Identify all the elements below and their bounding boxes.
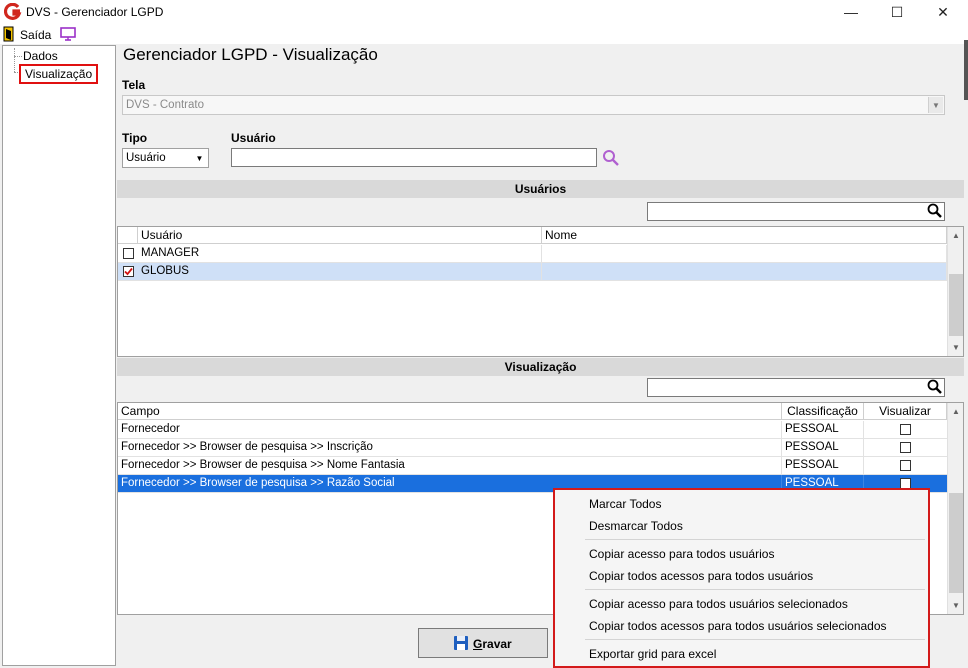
column-visualizar[interactable]: Visualizar xyxy=(864,403,947,420)
table-row[interactable]: Fornecedor PESSOAL xyxy=(118,421,947,439)
context-menu: Marcar Todos Desmarcar Todos Copiar aces… xyxy=(553,488,930,668)
classificacao-cell: PESSOAL xyxy=(782,421,864,438)
classificacao-cell: PESSOAL xyxy=(782,439,864,456)
users-grid-header: Usuário Nome xyxy=(118,227,947,244)
exit-door-icon xyxy=(3,26,14,42)
users-column-nome[interactable]: Nome xyxy=(542,227,947,244)
tree-item-dados[interactable]: Dados xyxy=(23,49,58,63)
minimize-button[interactable]: — xyxy=(828,0,874,24)
visualizacao-grid-header: Campo Classificação Visualizar xyxy=(118,403,947,420)
table-row[interactable]: GLOBUS xyxy=(118,263,947,281)
menu-item-copiar-acesso-todos[interactable]: Copiar acesso para todos usuários xyxy=(589,547,774,561)
user-checkbox[interactable] xyxy=(123,266,134,277)
campo-cell: Fornecedor xyxy=(118,421,782,438)
save-button-label: Gravar xyxy=(473,637,512,651)
search-icon[interactable] xyxy=(927,203,943,219)
chevron-down-icon: ▼ xyxy=(192,150,207,166)
table-row[interactable]: MANAGER xyxy=(118,245,947,263)
usuario-label: Usuário xyxy=(231,131,276,145)
exit-menu-label: Saída xyxy=(20,28,52,42)
menu-item-copiar-todos-acessos-selecionados[interactable]: Copiar todos acessos para todos usuários… xyxy=(589,619,887,633)
save-button-label-rest: ravar xyxy=(482,637,512,651)
menu-item-copiar-acesso-selecionados[interactable]: Copiar acesso para todos usuários seleci… xyxy=(589,597,848,611)
save-button[interactable]: Gravar xyxy=(418,628,548,658)
tipo-select[interactable]: Usuário ▼ xyxy=(122,148,209,168)
scroll-down-icon[interactable]: ▼ xyxy=(948,339,963,355)
tipo-select-value: Usuário xyxy=(126,152,166,164)
navigation-tree: Dados Visualização xyxy=(2,45,116,666)
tree-connector xyxy=(14,48,15,72)
maximize-button[interactable]: ☐ xyxy=(874,0,920,24)
column-classificacao[interactable]: Classificação xyxy=(782,403,864,420)
tela-label: Tela xyxy=(122,78,146,92)
scroll-up-icon[interactable]: ▲ xyxy=(948,403,963,419)
menu-separator xyxy=(585,539,925,540)
users-grid-scrollbar[interactable]: ▲ ▼ xyxy=(947,227,963,356)
exit-menu-button[interactable]: Saída xyxy=(2,25,54,43)
campo-cell: Fornecedor >> Browser de pesquisa >> Ins… xyxy=(118,439,782,456)
checkmark-icon xyxy=(124,267,133,276)
user-cell-usuario: MANAGER xyxy=(138,245,542,262)
users-search-input[interactable] xyxy=(647,202,945,221)
classificacao-cell: PESSOAL xyxy=(782,457,864,474)
window-title: DVS - Gerenciador LGPD xyxy=(26,5,164,19)
table-row[interactable]: Fornecedor >> Browser de pesquisa >> Ins… xyxy=(118,439,947,457)
tela-select[interactable]: DVS - Contrato ▼ xyxy=(122,95,945,115)
page-title: Gerenciador LGPD - Visualização xyxy=(123,45,378,64)
menu-item-desmarcar-todos[interactable]: Desmarcar Todos xyxy=(589,519,683,533)
users-section-header: Usuários xyxy=(117,180,964,198)
scroll-up-icon[interactable]: ▲ xyxy=(948,227,963,243)
tipo-label: Tipo xyxy=(122,131,148,145)
user-cell-nome xyxy=(542,263,947,280)
scroll-down-icon[interactable]: ▼ xyxy=(948,597,963,613)
visualizar-checkbox[interactable] xyxy=(900,460,911,471)
save-button-accelerator: G xyxy=(473,637,483,651)
search-icon[interactable] xyxy=(927,379,943,395)
menu-item-marcar-todos[interactable]: Marcar Todos xyxy=(589,497,661,511)
column-campo[interactable]: Campo xyxy=(118,403,782,420)
users-column-usuario[interactable]: Usuário xyxy=(138,227,542,244)
users-grid-select-column[interactable] xyxy=(118,227,138,244)
users-grid: Usuário Nome MANAGER GLOBUS ▲ ▼ xyxy=(117,226,964,357)
visualizar-checkbox[interactable] xyxy=(900,424,911,435)
monitor-icon[interactable] xyxy=(60,27,76,41)
user-cell-usuario: GLOBUS xyxy=(138,263,542,280)
visualizar-checkbox[interactable] xyxy=(900,442,911,453)
visualizacao-grid-scrollbar[interactable]: ▲ ▼ xyxy=(947,403,963,614)
menu-item-copiar-todos-acessos-todos[interactable]: Copiar todos acessos para todos usuários xyxy=(589,569,813,583)
visualizacao-section-header: Visualização xyxy=(117,358,964,376)
table-row[interactable]: Fornecedor >> Browser de pesquisa >> Nom… xyxy=(118,457,947,475)
user-cell-nome xyxy=(542,245,947,262)
tree-connector xyxy=(14,56,22,57)
user-checkbox[interactable] xyxy=(123,248,134,259)
menu-separator xyxy=(585,639,925,640)
menu-bar: Saída xyxy=(0,24,968,44)
app-logo-icon xyxy=(4,3,22,20)
close-button[interactable]: ✕ xyxy=(920,0,966,24)
chevron-down-icon: ▼ xyxy=(928,97,943,113)
scroll-thumb[interactable] xyxy=(949,493,963,593)
menu-separator xyxy=(585,589,925,590)
title-bar: DVS - Gerenciador LGPD — ☐ ✕ xyxy=(0,0,968,24)
background-window-edge xyxy=(964,40,968,100)
tree-item-visualizacao[interactable]: Visualização xyxy=(19,64,99,84)
menu-item-exportar-excel[interactable]: Exportar grid para excel xyxy=(589,647,716,661)
usuario-input[interactable] xyxy=(231,148,597,167)
scroll-thumb[interactable] xyxy=(949,274,963,336)
campo-cell: Fornecedor >> Browser de pesquisa >> Nom… xyxy=(118,457,782,474)
floppy-disk-icon xyxy=(454,636,468,650)
visualizacao-search-input[interactable] xyxy=(647,378,945,397)
tela-select-value: DVS - Contrato xyxy=(126,99,204,111)
search-icon[interactable] xyxy=(601,149,621,167)
